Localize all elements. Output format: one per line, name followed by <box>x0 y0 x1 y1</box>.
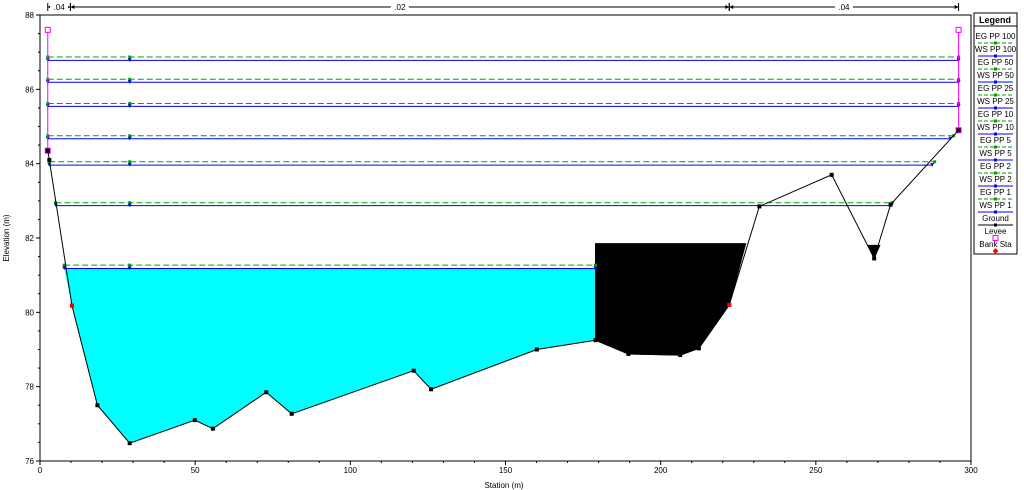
x-tick-label: 0 <box>38 466 43 475</box>
ground-point-6 <box>210 426 215 431</box>
legend-entry-label: EG PP 2 <box>980 162 1012 171</box>
levee-marker-top-0 <box>44 26 51 33</box>
legend-entry-label: WS PP 2 <box>979 175 1012 184</box>
legend: EG PP 100 WS PP 100 EG PP 50 WS PP 50 EG PP … <box>973 12 1018 255</box>
x-tick-label: 300 <box>964 466 978 475</box>
y-tick-label: 82 <box>25 234 34 243</box>
legend-entry-label: WS PP 1 <box>979 201 1012 210</box>
ground-point-1 <box>47 157 52 162</box>
legend-entry-label: WS PP 50 <box>977 71 1014 80</box>
ground-point-14 <box>678 353 683 358</box>
legend-entry-label: Ground <box>982 214 1009 223</box>
legend-entry-label: EG PP 25 <box>978 84 1014 93</box>
y-tick-label: 76 <box>25 457 34 466</box>
ground-point-21 <box>956 128 961 133</box>
legend-entry-label: WS PP 25 <box>977 97 1014 106</box>
legend-entry-label: WS PP 5 <box>979 149 1012 158</box>
plot-area <box>44 26 962 446</box>
ground-point-17 <box>757 204 762 209</box>
legend-entry-label: WS PP 100 <box>975 45 1017 54</box>
ground-point-20 <box>888 202 893 207</box>
profile-marker-0-1 <box>128 55 132 59</box>
ground-point-3 <box>95 403 100 408</box>
x-tick-label: 250 <box>809 466 823 475</box>
manning-n-arrow <box>729 5 734 9</box>
manning-n-label: .04 <box>838 3 850 12</box>
x-tick-label: 150 <box>499 466 513 475</box>
ground-point-4 <box>127 441 132 446</box>
bank-station-marker-0 <box>69 303 74 308</box>
legend-entry-label: EG PP 10 <box>978 110 1014 119</box>
ground-point-9 <box>411 368 416 373</box>
manning-n-label: .02 <box>394 3 406 12</box>
legend-entry-label: EG PP 1 <box>980 188 1012 197</box>
ground-point-8 <box>289 411 294 416</box>
manning-n-arrow <box>725 5 730 9</box>
x-axis-title: Station (m) <box>484 481 523 490</box>
manning-n-label: .04 <box>54 3 66 12</box>
manning-n-annotations: .04 .02 .04 <box>47 2 960 12</box>
ground-point-7 <box>264 390 269 395</box>
profile-marker-8-1 <box>128 160 132 164</box>
ground-point-15 <box>696 346 701 351</box>
ground-point-10 <box>429 387 434 392</box>
y-tick-label: 86 <box>25 85 34 94</box>
profile-marker-12-2 <box>593 263 597 267</box>
legend-entry-label: EG PP 5 <box>980 136 1012 145</box>
legend-entry-label: EG PP 100 <box>976 32 1016 41</box>
levee-marker-top-1 <box>955 26 962 33</box>
y-axis-title: Elevation (m) <box>2 214 11 261</box>
legend-entry-label: WS PP 10 <box>977 123 1014 132</box>
ground-point-18 <box>829 172 834 177</box>
legend-entry-label: Bank Sta <box>979 240 1012 249</box>
y-tick-label: 80 <box>25 308 34 317</box>
water-fill <box>64 268 596 444</box>
x-tick-label: 200 <box>654 466 668 475</box>
manning-n-arrow <box>70 5 75 9</box>
x-tick-label: 100 <box>344 466 358 475</box>
ground-point-11 <box>534 347 539 352</box>
y-tick-label: 84 <box>25 160 34 169</box>
ineffective-flow-block <box>594 243 747 356</box>
ground-point-0 <box>45 148 50 153</box>
ground-point-12 <box>593 338 598 343</box>
legend-title: Legend <box>979 15 1011 25</box>
legend-entry-label: Levee <box>985 227 1007 236</box>
profile-marker-12-1 <box>128 263 132 267</box>
cross-section-chart: 0 50 100 150 200 250 300 76 78 80 82 84 86 88 .04 .02.… <box>0 0 1024 490</box>
ground-point-19 <box>872 256 877 261</box>
ground-point-5 <box>192 418 197 423</box>
legend-entry-label: EG PP 50 <box>978 58 1014 67</box>
bank-station-marker-1 <box>727 302 732 307</box>
manning-n-arrow <box>954 5 959 9</box>
profile-marker-8-2 <box>933 160 937 164</box>
y-tick-label: 88 <box>25 11 34 20</box>
ground-point-13 <box>626 351 631 356</box>
y-tick-label: 78 <box>25 383 34 392</box>
chart-svg: 0 50 100 150 200 250 300 76 78 80 82 84 86 88 .04 .02.… <box>2 2 1018 490</box>
x-tick-label: 50 <box>191 466 200 475</box>
